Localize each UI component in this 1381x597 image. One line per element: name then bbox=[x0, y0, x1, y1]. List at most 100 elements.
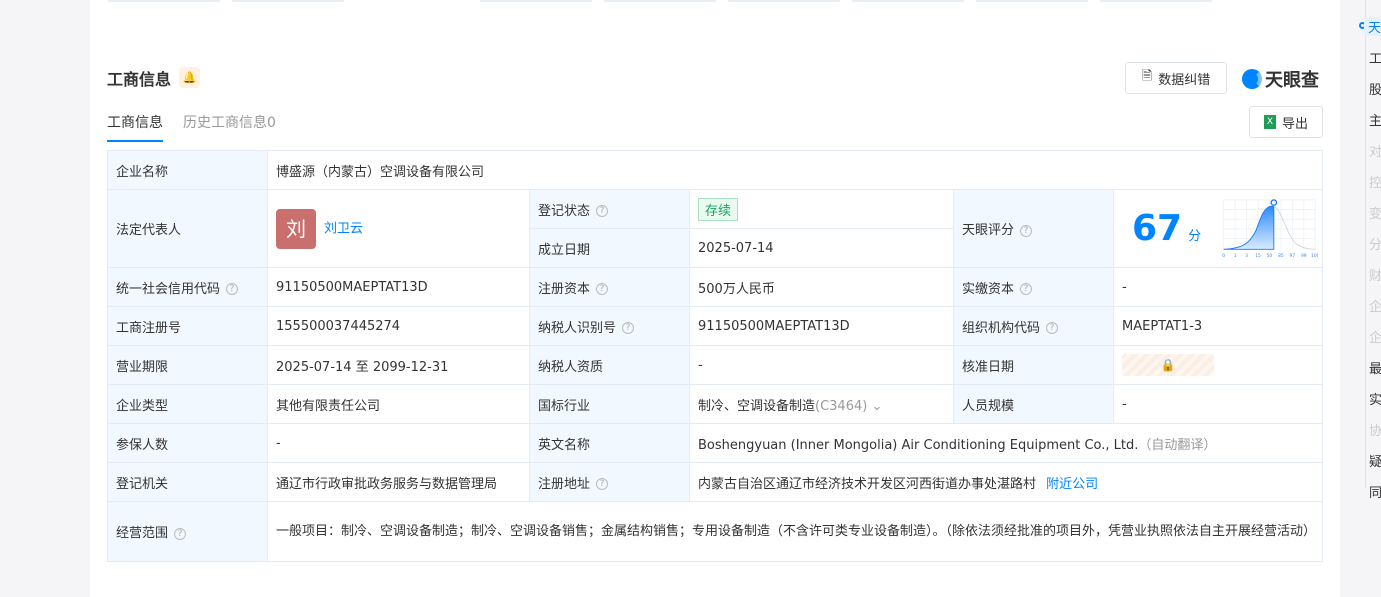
nav-item[interactable]: 最 bbox=[1369, 358, 1381, 377]
legal-rep-link[interactable]: 刘卫云 bbox=[324, 221, 363, 236]
score-area bbox=[1223, 205, 1275, 250]
business-scope: 一般项目：制冷、空调设备制造；制冷、空调设备销售；金属结构销售；专用设备制造（不… bbox=[266, 501, 1324, 562]
help-icon[interactable]: ? bbox=[1020, 224, 1033, 237]
lock-icon: 🔒 bbox=[1160, 358, 1176, 372]
industry: 制冷、空调设备制造 bbox=[698, 398, 816, 414]
label: 国标行业 bbox=[529, 384, 690, 424]
en-name: Boshengyuan (Inner Mongolia) Air Conditi… bbox=[698, 437, 1139, 453]
label-cell: 统一社会信用代码? bbox=[107, 267, 268, 307]
label: 人员规模 bbox=[953, 384, 1114, 424]
nav-item[interactable]: 主 bbox=[1369, 110, 1381, 129]
label-cell: 天眼评分? bbox=[953, 189, 1114, 268]
brand-logo-icon bbox=[1242, 69, 1262, 89]
label: 经营范围 bbox=[116, 526, 169, 541]
section-title: 工商信息 bbox=[107, 70, 172, 89]
company-type: 其他有限责任公司 bbox=[267, 384, 530, 424]
data-correction-button[interactable]: 🗎 数据纠错 bbox=[1125, 62, 1227, 94]
industry-cell[interactable]: 制冷、空调设备制造(C3464) ⌄ bbox=[689, 384, 954, 424]
label: 统一社会信用代码 bbox=[116, 281, 221, 297]
help-icon[interactable]: ? bbox=[226, 283, 239, 295]
tab-stub bbox=[1100, 0, 1212, 2]
label-cell: 经营范围? bbox=[107, 501, 268, 562]
found-date: 2025-07-14 bbox=[689, 228, 954, 268]
nav-item[interactable]: 天 bbox=[1364, 17, 1381, 36]
nearby-companies-link[interactable]: 附近公司 bbox=[1046, 477, 1098, 492]
reg-no: 155500037445274 bbox=[267, 306, 530, 346]
label: 营业期限 bbox=[107, 345, 268, 385]
label: 工商注册号 bbox=[107, 306, 268, 346]
label: 成立日期 bbox=[529, 228, 690, 268]
legal-rep-cell: 刘刘卫云 bbox=[267, 189, 530, 268]
nav-item[interactable]: 工 bbox=[1369, 48, 1381, 67]
nav-item[interactable]: 对 bbox=[1369, 141, 1381, 160]
label: 组织机构代码 bbox=[962, 320, 1041, 336]
tab-stub bbox=[232, 0, 344, 2]
business-info-card: 工商信息 🔔 🗎 数据纠错 天眼查 X 导出 工商信息 历史工商信息0 企业名称… bbox=[90, 0, 1340, 597]
nav-item[interactable]: 疑 bbox=[1369, 451, 1381, 470]
help-icon[interactable]: ? bbox=[174, 527, 187, 540]
score-unit: 分 bbox=[1188, 229, 1202, 244]
label-cell: 注册地址? bbox=[529, 462, 690, 502]
tab-stub bbox=[852, 0, 964, 2]
paid-capital: - bbox=[1112, 267, 1324, 307]
label: 企业名称 bbox=[107, 150, 268, 190]
nav-item[interactable]: 企 bbox=[1369, 296, 1381, 315]
tab-business-info[interactable]: 工商信息 bbox=[107, 112, 163, 142]
nav-item[interactable]: 变 bbox=[1369, 203, 1381, 222]
tab-stub bbox=[976, 0, 1088, 2]
help-icon[interactable]: ? bbox=[1046, 322, 1059, 334]
address: 内蒙古自治区通辽市经济技术开发区河西街道办事处湛路村 bbox=[698, 476, 1037, 492]
nav-item[interactable]: 分 bbox=[1369, 234, 1381, 253]
org-code: MAEPTAT1-3 bbox=[1112, 306, 1324, 346]
tick-label: 0 bbox=[1222, 253, 1225, 259]
business-info-table: 企业名称 博盛源（内蒙古）空调设备有限公司 法定代表人 刘刘卫云 登记状态? 存… bbox=[107, 150, 1324, 562]
score-value: 67 bbox=[1132, 208, 1183, 249]
nav-item[interactable]: 财 bbox=[1369, 265, 1381, 284]
help-icon[interactable]: ? bbox=[1020, 283, 1033, 295]
label-cell: 注册资本? bbox=[529, 267, 690, 307]
help-icon[interactable]: ? bbox=[622, 322, 635, 334]
avatar: 刘 bbox=[276, 208, 316, 249]
label: 参保人数 bbox=[107, 423, 268, 463]
nav-item[interactable]: 实 bbox=[1369, 389, 1381, 408]
taxpayer-id: 91150500MAEPTAT13D bbox=[689, 306, 954, 346]
bell-icon[interactable]: 🔔 bbox=[179, 67, 200, 88]
address-cell: 内蒙古自治区通辽市经济技术开发区河西街道办事处湛路村 附近公司 bbox=[688, 462, 1324, 502]
label: 纳税人识别号 bbox=[538, 320, 617, 336]
nav-item[interactable]: 协 bbox=[1369, 420, 1381, 439]
tick-label: 99 bbox=[1301, 253, 1307, 259]
company-name: 博盛源（内蒙古）空调设备有限公司 bbox=[266, 150, 1324, 190]
reg-authority: 通辽市行政审批政务服务与数据管理局 bbox=[267, 462, 530, 502]
vip-lock-button[interactable]: 🔒 bbox=[1122, 354, 1214, 376]
label: 实缴资本 bbox=[962, 281, 1015, 297]
help-icon[interactable]: ? bbox=[596, 205, 609, 217]
tick-label: 50 bbox=[1267, 253, 1273, 259]
brand-logo: 天眼查 bbox=[1242, 66, 1319, 92]
approve-date-cell: 🔒 bbox=[1112, 345, 1324, 385]
tab-stub bbox=[108, 0, 220, 2]
auto-translate-note: （自动翻译） bbox=[1138, 437, 1217, 453]
en-name-cell: Boshengyuan (Inner Mongolia) Air Conditi… bbox=[688, 423, 1324, 463]
business-term: 2025-07-14 至 2099-12-31 bbox=[267, 345, 530, 385]
label: 纳税人资质 bbox=[529, 345, 690, 385]
score-cell[interactable]: 67 分 0 1 3 15 50 85 97 99 100 bbox=[1112, 189, 1324, 268]
nav-item[interactable]: 股 bbox=[1369, 79, 1381, 98]
label: 登记状态 bbox=[538, 203, 591, 219]
chevron-down-icon[interactable]: ⌄ bbox=[871, 399, 882, 414]
help-icon[interactable]: ? bbox=[596, 478, 609, 490]
label: 天眼评分 bbox=[962, 223, 1015, 238]
staff-size: - bbox=[1112, 384, 1324, 424]
score-marker bbox=[1270, 198, 1278, 206]
tab-history-info[interactable]: 历史工商信息0 bbox=[183, 112, 276, 142]
label: 英文名称 bbox=[529, 423, 690, 463]
help-icon[interactable]: ? bbox=[596, 283, 609, 295]
tick-label: 85 bbox=[1278, 253, 1284, 259]
nav-item[interactable]: 控 bbox=[1369, 172, 1381, 191]
nav-item[interactable]: 同 bbox=[1369, 482, 1381, 501]
export-button[interactable]: X 导出 bbox=[1249, 106, 1323, 138]
status-badge: 存续 bbox=[698, 197, 739, 221]
tick-label: 3 bbox=[1245, 253, 1248, 259]
label-cell: 登记状态? bbox=[529, 189, 690, 229]
nav-item[interactable]: 企 bbox=[1369, 327, 1381, 346]
label: 核准日期 bbox=[953, 345, 1114, 385]
